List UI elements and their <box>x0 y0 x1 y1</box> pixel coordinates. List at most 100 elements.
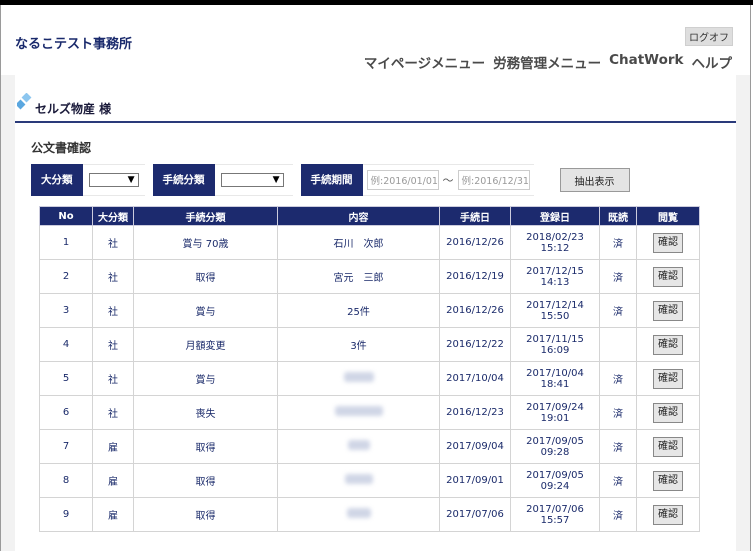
cell-proc-date: 2017/09/01 <box>439 463 511 498</box>
table-row: 5 社賞与 2017/10/04 2017/10/04 18:41 済確認 <box>39 361 700 396</box>
chevron-down-icon: ▼ <box>272 175 280 185</box>
confirm-button[interactable]: 確認 <box>653 436 683 457</box>
confirm-button[interactable]: 確認 <box>653 402 683 423</box>
tilde: ～ <box>442 174 454 187</box>
cell-read: 済 <box>599 429 637 464</box>
cell-no: 2 <box>39 259 93 294</box>
procedure-category-box: ▼ <box>214 164 293 196</box>
procedure-category-label: 手続分類 <box>152 164 215 196</box>
cell-procedure: 賞与 70歳 <box>133 225 278 260</box>
col-no: No <box>39 206 93 226</box>
col-proc-date: 手続日 <box>439 206 511 226</box>
extract-button[interactable]: 抽出表示 <box>559 168 630 192</box>
cell-content: 25件 <box>277 293 440 328</box>
cell-major: 社 <box>92 327 134 362</box>
cell-view: 確認 <box>636 361 700 396</box>
cell-procedure: 取得 <box>133 497 278 532</box>
col-procedure: 手続分類 <box>133 206 278 226</box>
cell-content <box>277 361 440 396</box>
cell-proc-date: 2017/09/04 <box>439 429 511 464</box>
header: なるこテスト事務所 ログオフ マイページメニュー 労務管理メニュー ChatWo… <box>1 5 750 75</box>
cell-view: 確認 <box>636 293 700 328</box>
cell-content: 宮元 三郎 <box>277 259 440 294</box>
confirm-button[interactable]: 確認 <box>653 232 683 253</box>
page-area: セルズ物産 様 公文書確認 大分類 ▼ 手続分類 ▼ 手続期間 例:2016/0… <box>1 75 750 551</box>
table-row: 7 雇取得 2017/09/04 2017/09/05 09:28 済確認 <box>39 429 700 464</box>
cell-major: 社 <box>92 395 134 430</box>
col-major: 大分類 <box>92 206 134 226</box>
cell-proc-date: 2016/12/22 <box>439 327 511 362</box>
confirm-button[interactable]: 確認 <box>653 504 683 525</box>
cell-read: 済 <box>599 259 637 294</box>
document-table: No 大分類 手続分類 内容 手続日 登録日 既読 閲覧 1 社賞与 70歳 石川 … <box>39 206 700 532</box>
cell-view: 確認 <box>636 327 700 362</box>
procedure-period-label: 手続期間 <box>300 164 363 196</box>
cell-content <box>277 497 440 532</box>
cell-no: 6 <box>39 395 93 430</box>
logoff-button[interactable]: ログオフ <box>685 27 733 46</box>
cell-no: 5 <box>39 361 93 396</box>
col-reg-date: 登録日 <box>510 206 600 226</box>
cell-no: 7 <box>39 429 93 464</box>
date-to-input[interactable]: 例:2016/12/31 <box>457 170 530 190</box>
cell-proc-date: 2016/12/26 <box>439 293 511 328</box>
cell-no: 3 <box>39 293 93 328</box>
cell-proc-date: 2016/12/26 <box>439 225 511 260</box>
main-nav: マイページメニュー 労務管理メニュー ChatWork ヘルプ <box>364 52 732 72</box>
period-box: 例:2016/01/01 ～ 例:2016/12/31 <box>362 164 534 196</box>
redacted-content <box>346 508 371 518</box>
table-row: 9 雇取得 2017/07/06 2017/07/06 15:57 済確認 <box>39 497 700 532</box>
cell-reg-date: 2017/09/05 09:28 <box>510 429 600 464</box>
redacted-content <box>344 474 373 484</box>
confirm-button[interactable]: 確認 <box>653 368 683 389</box>
cell-major: 社 <box>92 293 134 328</box>
cell-reg-date: 2017/09/05 09:24 <box>510 463 600 498</box>
major-category-label: 大分類 <box>31 164 83 196</box>
cell-no: 9 <box>39 497 93 532</box>
nav-mypage-menu[interactable]: マイページメニュー <box>364 52 485 72</box>
table-row: 4 社月額変更 3件 2016/12/22 2017/11/15 16:09 確認 <box>39 327 700 362</box>
filter-bar: 大分類 ▼ 手続分類 ▼ 手続期間 例:2016/01/01 ～ 例:2016/… <box>31 164 630 196</box>
procedure-category-select[interactable]: ▼ <box>220 173 284 187</box>
cell-no: 4 <box>39 327 93 362</box>
nav-chatwork[interactable]: ChatWork <box>609 52 683 72</box>
confirm-button[interactable]: 確認 <box>653 334 683 355</box>
table-header-row: No 大分類 手続分類 内容 手続日 登録日 既読 閲覧 <box>39 206 700 226</box>
cell-reg-date: 2018/02/23 15:12 <box>510 225 600 260</box>
cell-major: 社 <box>92 361 134 396</box>
cell-view: 確認 <box>636 259 700 294</box>
cell-procedure: 賞与 <box>133 293 278 328</box>
cell-read: 済 <box>599 293 637 328</box>
table-row: 6 社喪失 2016/12/23 2017/09/24 19:01 済確認 <box>39 395 700 430</box>
cell-no: 1 <box>39 225 93 260</box>
date-from-input[interactable]: 例:2016/01/01 <box>366 170 439 190</box>
confirm-button[interactable]: 確認 <box>653 470 683 491</box>
content-panel: セルズ物産 様 公文書確認 大分類 ▼ 手続分類 ▼ 手続期間 例:2016/0… <box>15 75 736 551</box>
section-title: 公文書確認 <box>31 141 92 155</box>
nav-labor-menu[interactable]: 労務管理メニュー <box>493 52 601 72</box>
cell-read <box>599 327 637 362</box>
major-category-select[interactable]: ▼ <box>88 173 139 187</box>
cell-procedure: 月額変更 <box>133 327 278 362</box>
cell-major: 雇 <box>92 463 134 498</box>
cell-major: 雇 <box>92 429 134 464</box>
office-name: なるこテスト事務所 <box>15 37 133 52</box>
redacted-content <box>343 372 374 382</box>
cell-content <box>277 429 440 464</box>
cell-procedure: 喪失 <box>133 395 278 430</box>
confirm-button[interactable]: 確認 <box>653 266 683 287</box>
redacted-content <box>347 440 370 450</box>
nav-help[interactable]: ヘルプ <box>692 52 733 72</box>
cell-view: 確認 <box>636 463 700 498</box>
cell-content: 3件 <box>277 327 440 362</box>
cell-read: 済 <box>599 497 637 532</box>
cell-reg-date: 2017/12/15 14:13 <box>510 259 600 294</box>
cell-procedure: 取得 <box>133 463 278 498</box>
cell-view: 確認 <box>636 429 700 464</box>
cell-read: 済 <box>599 225 637 260</box>
redacted-content <box>334 406 383 416</box>
cell-proc-date: 2016/12/23 <box>439 395 511 430</box>
confirm-button[interactable]: 確認 <box>653 300 683 321</box>
cell-reg-date: 2017/09/24 19:01 <box>510 395 600 430</box>
cell-procedure: 取得 <box>133 259 278 294</box>
